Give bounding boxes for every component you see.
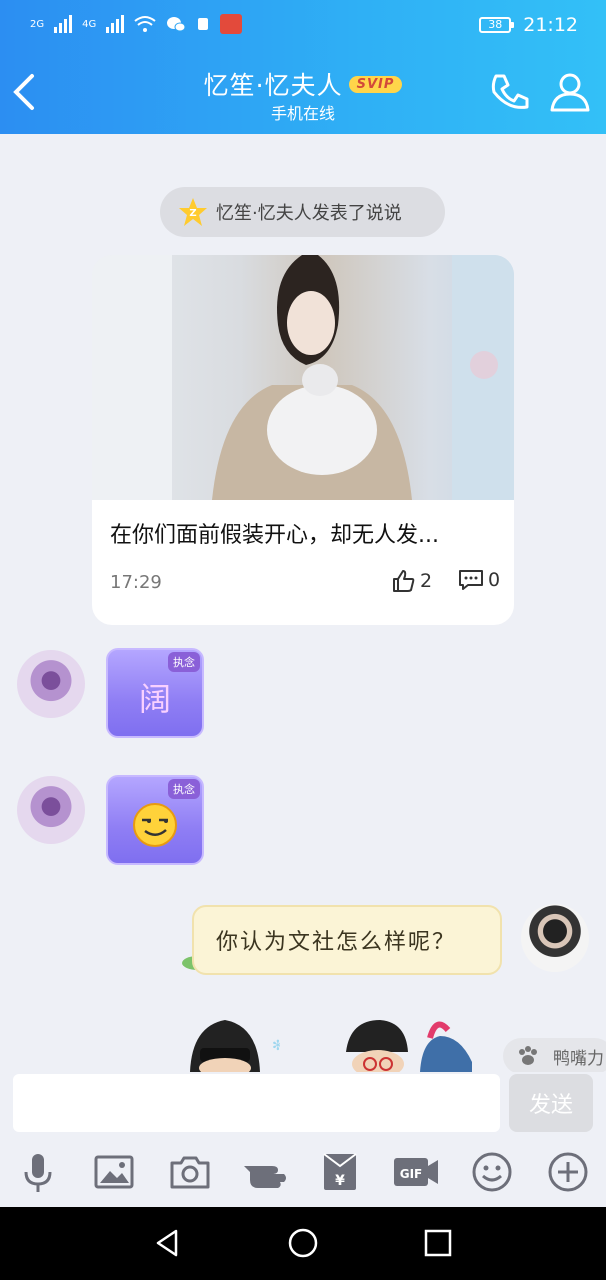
suggestion-text: 鸭嘴力 (553, 1048, 604, 1069)
emoji-suggestion[interactable]: 鸭嘴力 (503, 1038, 606, 1074)
like-button[interactable]: 2 (392, 569, 432, 593)
post-photo[interactable] (92, 255, 514, 500)
paw-icon (519, 1046, 537, 1065)
phone-icon[interactable] (488, 70, 532, 114)
signal-icon (54, 15, 73, 33)
qzone-notice[interactable]: Z 忆笙·忆夫人发表了说说 (160, 187, 445, 237)
avatar[interactable] (521, 904, 589, 972)
like-count: 2 (420, 570, 433, 592)
notification-icon (198, 18, 209, 30)
system-nav-bar (0, 1207, 606, 1280)
red-packet-icon[interactable]: ¥ (318, 1150, 362, 1194)
sticker-badge: 执念 (168, 652, 200, 672)
contact-name: 忆笙·忆夫人 (203, 71, 343, 100)
app-icon (220, 14, 243, 34)
plus-icon[interactable] (546, 1150, 590, 1194)
post-photo-art (92, 255, 514, 500)
signal-icon (106, 15, 125, 33)
thumbs-up-icon (393, 570, 415, 592)
avatar[interactable] (17, 650, 85, 718)
outgoing-message-bubble[interactable]: 你认为文社怎么样呢？ (192, 905, 502, 975)
network-4g-label: 4G (82, 18, 97, 30)
gif-icon[interactable]: GIF (392, 1150, 440, 1194)
svg-text:Z: Z (189, 208, 196, 219)
person-icon[interactable] (548, 70, 592, 114)
qzone-star-icon: Z (179, 198, 207, 226)
nav-back-icon[interactable] (152, 1227, 184, 1259)
status-bar: 2G 4G 38 21:12 (0, 10, 606, 44)
post-time: 17:29 (110, 572, 162, 593)
toolbar: ¥ GIF (0, 1150, 606, 1198)
post-text: 在你们面前假装开心，却无人发... (110, 523, 439, 548)
svg-text:¥: ¥ (335, 1173, 345, 1189)
comment-button[interactable]: 0 (458, 569, 500, 591)
smirk-emoji-icon (133, 803, 177, 847)
outgoing-message-text: 你认为文社怎么样呢？ (216, 930, 457, 955)
wifi-icon (134, 16, 156, 32)
sticker-badge: 执念 (168, 779, 200, 799)
camera-icon[interactable] (168, 1150, 212, 1194)
sticker-message[interactable]: 执念 (106, 775, 204, 865)
svg-text:✻: ✻ (272, 1038, 280, 1054)
emoji-icon[interactable] (470, 1150, 514, 1194)
sticker-message[interactable]: 执念 阔 (106, 648, 204, 738)
comment-count: 0 (488, 569, 501, 591)
battery-icon: 38 (479, 17, 515, 33)
nav-home-icon[interactable] (287, 1227, 319, 1259)
poke-icon[interactable] (242, 1150, 292, 1194)
cartoon-sticker[interactable]: ✻ (160, 1012, 280, 1072)
avatar[interactable] (17, 776, 85, 844)
svg-text:GIF: GIF (400, 1167, 423, 1181)
comment-icon (459, 570, 483, 590)
chat-header: 2G 4G 38 21:12 忆笙·忆夫人 SVIP 手机在线 (0, 0, 606, 134)
image-icon[interactable] (92, 1150, 136, 1194)
cartoon-sticker[interactable] (340, 1012, 490, 1072)
svip-badge: SVIP (348, 76, 403, 93)
battery-level: 38 (488, 18, 503, 31)
sticker-text: 阔 (138, 680, 171, 718)
input-bar: 发送 ¥ GIF (0, 1072, 606, 1207)
post-card[interactable]: 在你们面前假装开心，却无人发... 17:29 2 0 (92, 255, 514, 625)
network-2g-label: 2G (30, 18, 45, 30)
send-button[interactable]: 发送 (509, 1074, 593, 1132)
notice-text: 忆笙·忆夫人发表了说说 (216, 203, 402, 224)
clock: 21:12 (523, 14, 578, 36)
nav-recents-icon[interactable] (422, 1227, 454, 1259)
message-input[interactable] (13, 1074, 500, 1132)
wechat-icon (167, 17, 186, 32)
microphone-icon[interactable] (16, 1150, 60, 1194)
